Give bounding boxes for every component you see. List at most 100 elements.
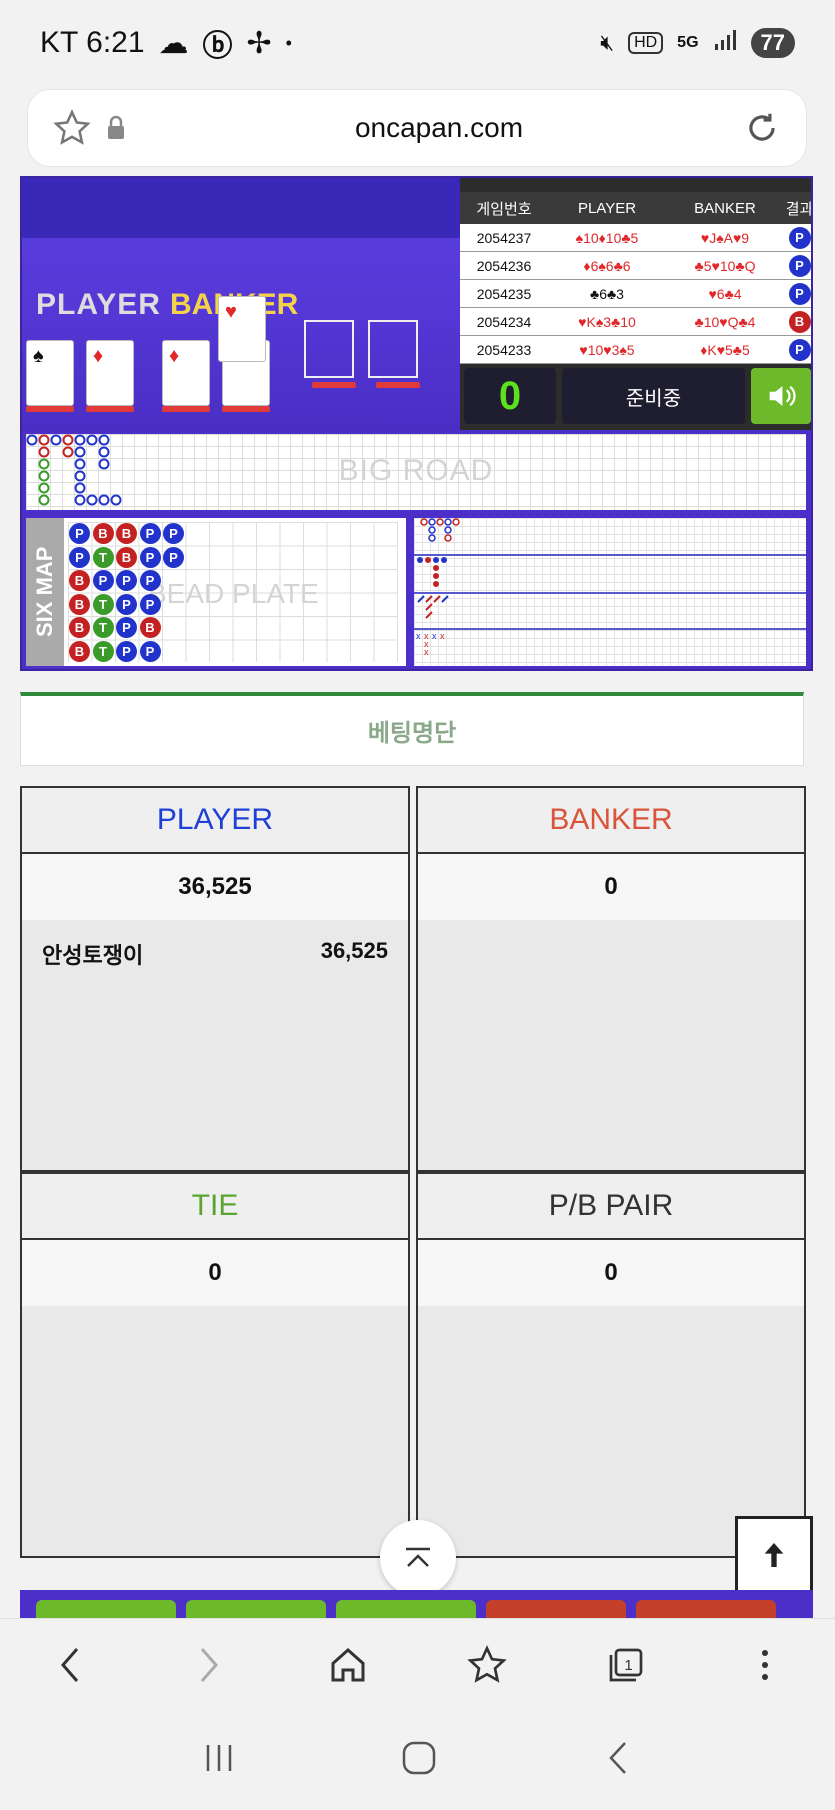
header-game-no: 게임번호 [476,200,532,218]
list-item: 안성토쟁이 36,525 [22,938,408,970]
home-button[interactable] [318,1635,378,1695]
result-badge: P [788,338,811,361]
banker-cards: ♣5♥10♣Q [694,257,756,274]
banker-cards: ♦K♥5♣5 [700,341,750,358]
bead: P [139,523,161,544]
star-list-icon [467,1644,507,1683]
bead: T [92,617,114,638]
table-row: 2054234 ♥K♠3♣10 ♣10♥Q♣4 B [460,308,811,336]
svg-text:x: x [440,631,445,641]
bead: P [139,546,161,568]
tabs-button[interactable]: 1 [596,1635,656,1695]
result-badge: P [788,282,811,305]
game-no: 2054235 [476,285,532,302]
bookmark-star-icon[interactable] [50,106,94,150]
six-map-label: SIX MAP [26,518,64,666]
menu-button[interactable] [735,1635,795,1695]
forward-arrow-icon [200,1647,218,1682]
b-app-icon: ⓑ [202,30,233,63]
page-up-button[interactable] [735,1516,813,1594]
table-row: 2054235 ♣6♣3 ♥6♣4 P [460,280,811,308]
bead: P [163,523,184,544]
status-bar: KT 6:21 ☁ ⓑ ✢ • 🔇︎ HD 5G 77 [0,0,835,86]
header-result: 결과 [785,200,813,218]
svg-text:1: 1 [625,1657,633,1674]
result-badge: B [788,310,811,333]
player-cards: ♦6♠6♣6 [583,257,631,274]
header-player: PLAYER [577,199,637,217]
table-row: 2054237 ♠10♦10♣5 ♥J♠A♥9 P [460,224,811,252]
sound-toggle-button[interactable] [751,368,811,424]
game-no: 2054236 [476,257,532,274]
bead: B [69,570,90,591]
bet-amount: 36,525 [320,938,388,963]
countdown-display: 0 [464,368,556,424]
game-no: 2054233 [476,341,532,358]
banker-cards: ♣10♥Q♣4 [694,313,756,330]
live-video: PLAYER BANKER ♠ ♦ ♦ ♠ ♥ [22,178,460,430]
scroll-top-button[interactable] [380,1520,456,1596]
bead: P [116,570,137,591]
card: ♥ [218,296,266,362]
game-controls: 0 준비중 [460,364,811,428]
url-text[interactable]: oncapan.com [138,112,740,144]
back-button[interactable] [40,1635,100,1695]
card: ♦ [86,340,134,406]
back-nav-button[interactable] [603,1739,633,1782]
bookmarks-button[interactable] [457,1635,517,1695]
bead: B [116,546,137,568]
more-dot-icon: • [285,32,292,53]
bead: P [139,640,161,662]
bet-button[interactable] [186,1600,326,1618]
home-nav-button[interactable] [400,1739,438,1782]
empty-card-slot [304,320,354,378]
betting-list-header: 베팅명단 [20,692,804,766]
panel-title: TIE [22,1174,408,1240]
panel-player: PLAYER 36,525 안성토쟁이 36,525 [20,786,410,1172]
cloud-icon: ☁ [158,26,189,60]
back-arrow-icon [60,1647,78,1682]
bet-button[interactable] [486,1600,626,1618]
lock-icon [94,106,138,150]
game-no: 2054237 [476,229,532,246]
card: ♠ [26,340,74,406]
bet-button[interactable] [636,1600,776,1618]
empty-card-slot [368,320,418,378]
table-marker [312,382,356,388]
table-row: 2054236 ♦6♠6♣6 ♣5♥10♣Q P [460,252,811,280]
player-cards: ♣6♣3 [590,285,624,302]
result-badge: P [788,254,811,277]
big-road-label: BIG ROAD [338,454,494,487]
carrier-time: KT 6:21 [40,26,145,59]
forward-button[interactable] [179,1635,239,1695]
big-road-board: BIG ROAD [26,434,806,510]
table-marker [162,406,210,412]
arrow-up-icon [764,1543,784,1567]
bead: P [69,523,90,544]
recent-apps-button[interactable] [202,1741,236,1780]
banker-cards: ♥J♠A♥9 [700,229,750,246]
six-map-board: SIX MAP BEAD PLATE PBBPPPTBPPBPPPBTPPBTP… [26,518,406,666]
bead: P [139,570,161,591]
panel-total: 0 [22,1240,408,1306]
bead: B [69,617,90,638]
panel-tie: TIE 0 [20,1172,410,1558]
card: ♦ [162,340,210,406]
player-cards: ♥10♥3♠5 [579,341,635,358]
bet-button[interactable] [336,1600,476,1618]
header-banker: BANKER [694,199,756,217]
player-cards: ♥K♠3♣10 [578,313,636,330]
svg-text:x: x [432,631,437,641]
bead: P [139,593,161,615]
address-bar[interactable]: oncapan.com [28,90,806,166]
bettor-name: 안성토쟁이 [42,943,144,968]
back-nav-icon [609,1741,626,1774]
reload-icon[interactable] [740,106,784,150]
bet-button[interactable] [36,1600,176,1618]
signal-icon [713,28,737,58]
table-marker [376,382,420,388]
table-marker [86,406,134,412]
bead: B [139,617,161,638]
panel-total: 0 [418,1240,804,1306]
tabs-icon: 1 [609,1648,643,1681]
